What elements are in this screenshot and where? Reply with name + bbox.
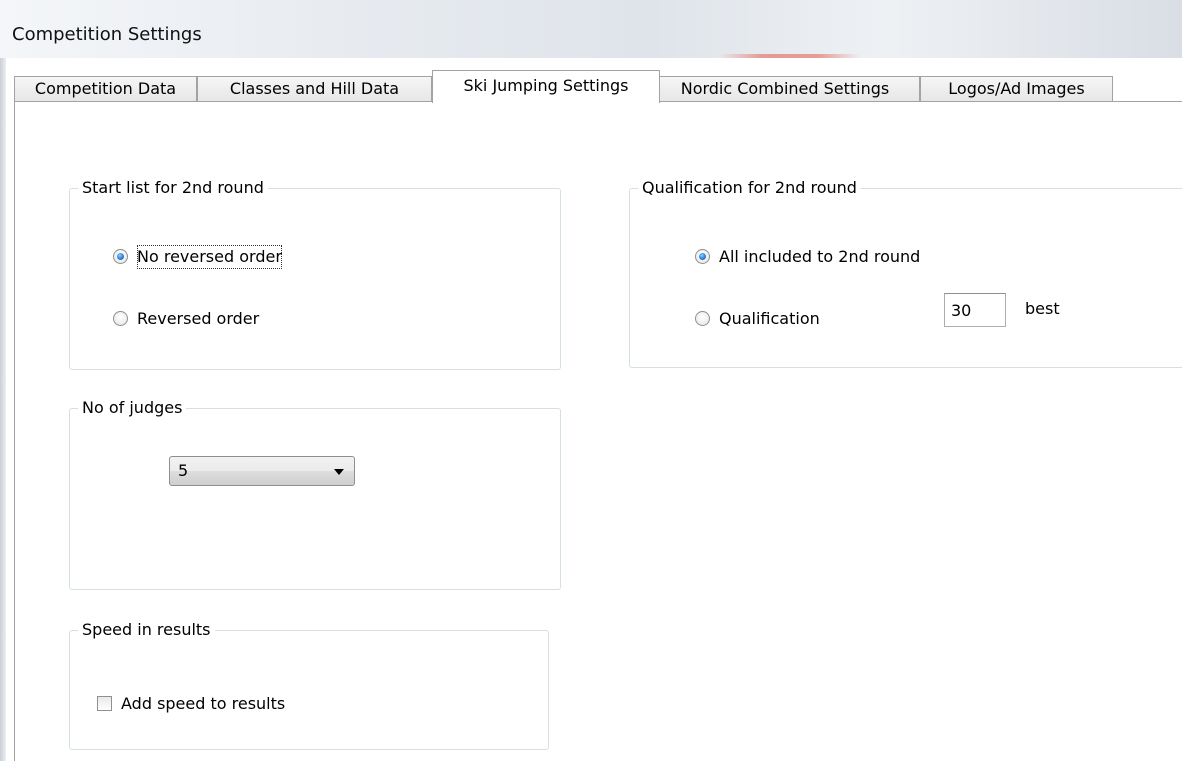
judges-count-select[interactable]: 5 — [169, 456, 355, 486]
judges-count-value: 5 — [178, 461, 189, 480]
qualification-legend: Qualification for 2nd round — [638, 176, 861, 200]
tab-strip: Competition Data Classes and Hill Data S… — [14, 70, 1182, 103]
reversed-order-label[interactable]: Reversed order — [137, 307, 259, 331]
title-bar[interactable]: Competition Settings — [0, 0, 1182, 58]
chevron-down-icon[interactable] — [334, 469, 344, 475]
qualification-suffix: best — [1025, 299, 1060, 318]
tab-classes-and-hill-data[interactable]: Classes and Hill Data — [197, 76, 432, 102]
start-list-groupbox: Start list for 2nd round No reversed ord… — [69, 176, 561, 370]
speed-groupbox: Speed in results Add speed to results — [69, 618, 549, 750]
speed-legend: Speed in results — [78, 618, 215, 642]
all-included-radio[interactable] — [695, 249, 710, 264]
qualification-radio[interactable] — [695, 311, 710, 326]
tab-ski-jumping-settings[interactable]: Ski Jumping Settings — [432, 70, 660, 103]
window-title: Competition Settings — [12, 24, 202, 45]
reversed-order-radio[interactable] — [113, 311, 128, 326]
tab-competition-data[interactable]: Competition Data — [14, 76, 197, 102]
qualification-label[interactable]: Qualification — [719, 307, 820, 331]
judges-groupbox: No of judges 5 — [69, 396, 561, 590]
all-included-label[interactable]: All included to 2nd round — [719, 245, 920, 269]
no-reversed-order-radio[interactable] — [113, 249, 128, 264]
competition-settings-window: Competition Settings Competition Data Cl… — [0, 0, 1182, 761]
ski-jumping-settings-panel: Start list for 2nd round No reversed ord… — [14, 101, 1182, 761]
tab-nordic-combined-settings[interactable]: Nordic Combined Settings — [650, 76, 920, 102]
judges-legend: No of judges — [78, 396, 187, 420]
no-reversed-order-label[interactable]: No reversed order — [137, 245, 282, 269]
add-speed-checkbox[interactable] — [97, 696, 112, 711]
title-bar-accent — [720, 54, 860, 58]
tab-logos-ad-images[interactable]: Logos/Ad Images — [920, 76, 1113, 102]
qualification-count-input[interactable] — [944, 293, 1006, 327]
start-list-legend: Start list for 2nd round — [78, 176, 268, 200]
window-left-frame — [0, 58, 6, 761]
qualification-groupbox: Qualification for 2nd round All included… — [629, 176, 1182, 368]
add-speed-label[interactable]: Add speed to results — [121, 692, 285, 716]
